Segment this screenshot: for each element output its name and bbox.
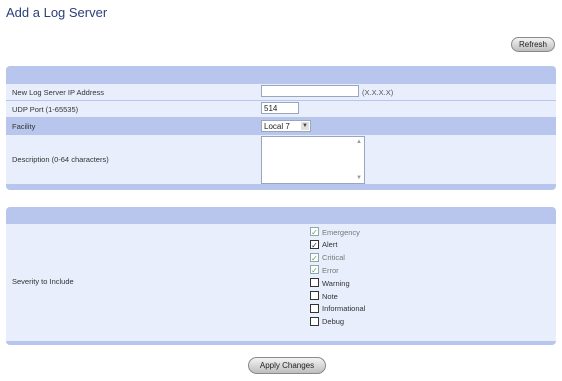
refresh-button[interactable]: Refresh [511,37,555,52]
ip-address-input[interactable] [261,85,359,97]
severity-label-critical: Critical [322,253,345,263]
severity-checkbox-critical: ✓ [310,252,319,263]
severity-checkbox-note[interactable] [310,291,319,300]
severity-label-informational: Informational [322,304,366,314]
severity-checkbox-warning[interactable] [310,278,319,288]
description-textarea[interactable]: ▲ ▼ [261,136,365,184]
udp-port-label: UDP Port (1-65535) [12,105,79,114]
severity-checkbox-error: ✓ [310,265,319,276]
severity-label-debug: Debug [322,317,345,327]
severity-checkbox-informational[interactable] [310,303,319,313]
ip-label: New Log Server IP Address [12,88,104,97]
severity-checkbox-debug[interactable] [310,316,319,326]
severity-checkbox-alert[interactable]: ✓ [310,239,319,250]
severity-label-note: Note [322,291,338,301]
severity-label-warning: Warning [322,278,350,288]
severity-label: Severity to Include [12,277,74,286]
scroll-up-icon[interactable]: ▲ [355,138,363,146]
server-settings-panel: New Log Server IP Address (X.X.X.X) UDP … [6,66,556,190]
severity-panel: Severity to Include [6,207,556,345]
chevron-down-icon[interactable]: ▼ [301,122,309,130]
ip-format-hint: (X.X.X.X) [362,88,394,97]
severity-label-emergency: Emergency [322,227,360,237]
udp-row: UDP Port (1-65535) 514 [6,101,556,117]
description-row: Description (0-64 characters) ▲ ▼ [6,135,556,184]
page-title: Add a Log Server [6,5,108,20]
severity-label-error: Error [322,265,339,275]
udp-port-input[interactable]: 514 [261,102,299,114]
facility-select[interactable]: Local 7 ▼ [261,120,311,132]
scroll-down-icon[interactable]: ▼ [355,174,363,182]
facility-label: Facility [12,122,36,131]
apply-changes-button[interactable]: Apply Changes [248,357,326,374]
severity-row: Severity to Include [6,224,556,341]
severity-label-alert: Alert [322,240,338,250]
ip-row: New Log Server IP Address (X.X.X.X) [6,84,556,100]
description-label: Description (0-64 characters) [12,155,109,164]
severity-checkbox-emergency: ✓ [310,227,319,237]
facility-value: Local 7 [264,122,290,131]
facility-row: Facility Local 7 ▼ [6,118,556,134]
